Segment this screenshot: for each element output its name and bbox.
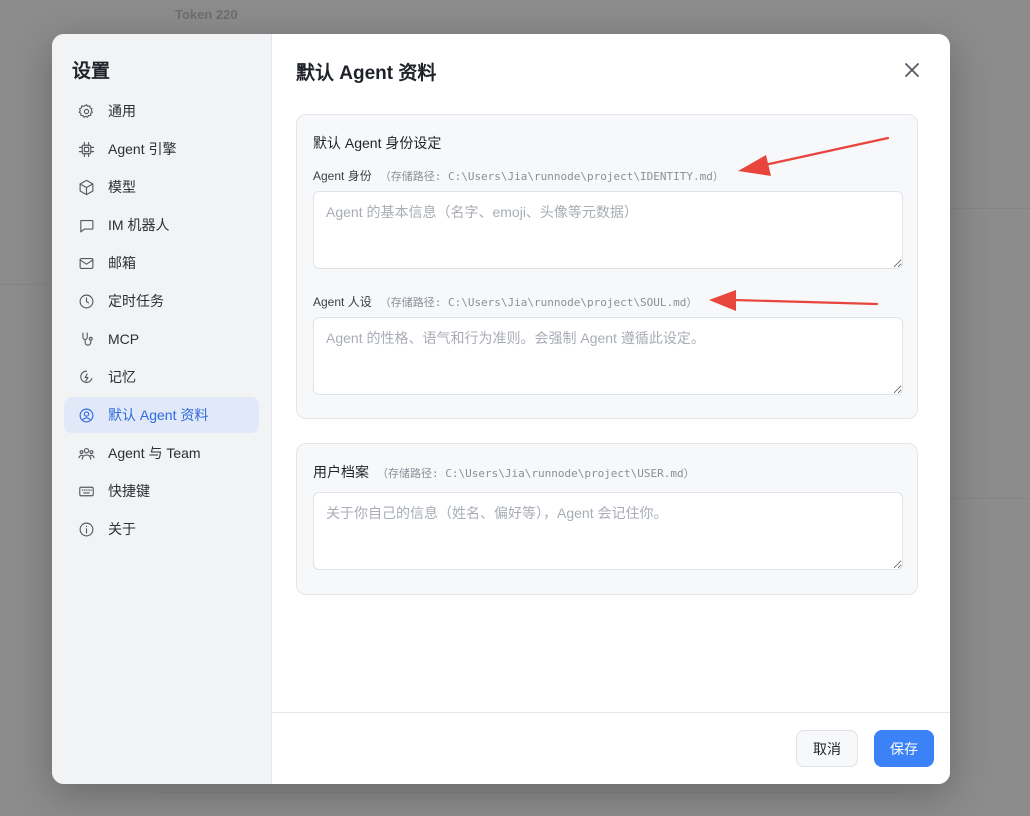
background-token-text: Token 220 [175,7,238,22]
sidebar-item-models[interactable]: 模型 [64,169,259,205]
close-icon [905,63,919,77]
close-button[interactable] [902,60,922,80]
sidebar-item-default-agent-profile[interactable]: 默认 Agent 资料 [64,397,259,433]
sidebar-item-scheduled-tasks[interactable]: 定时任务 [64,283,259,319]
identity-label-text: Agent 身份 [313,169,372,183]
identity-section-heading: 默认 Agent 身份设定 [313,135,442,151]
sidebar-item-memory[interactable]: 记忆 [64,359,259,395]
cancel-button[interactable]: 取消 [796,730,858,767]
dialog-footer: 取消 保存 [272,712,950,784]
sidebar-item-label: 快捷键 [108,483,150,499]
identity-field-label: Agent 身份 （存储路径: C:\Users\Jia\runnode\proj… [313,167,724,184]
chat-bubble-icon [76,215,96,235]
sidebar-item-label: 记忆 [108,369,136,385]
mail-icon [76,253,96,273]
settings-title: 设置 [72,61,111,82]
identity-path-text: （存储路径: C:\Users\Jia\runnode\project\IDEN… [379,170,724,183]
keyboard-icon [76,481,96,501]
soul-path-text: （存储路径: C:\Users\Jia\runnode\project\SOUL… [379,296,698,309]
cube-icon [76,177,96,197]
sidebar-item-general[interactable]: 通用 [64,93,259,129]
sidebar-item-label: MCP [108,331,140,347]
page-title: 默认 Agent 资料 [296,63,437,84]
sidebar-item-label: IM 机器人 [108,217,170,233]
sidebar-item-label: 邮箱 [108,255,136,271]
sidebar-item-im-bot[interactable]: IM 机器人 [64,207,259,243]
user-profile-card: 用户档案 （存储路径: C:\Users\Jia\runnode\project\… [296,443,918,595]
info-icon [76,519,96,539]
background-divider [950,498,1030,499]
team-icon [76,443,96,463]
sidebar-item-mail[interactable]: 邮箱 [64,245,259,281]
settings-nav: 通用 Agent 引擎 模型 IM 机器人 邮箱 定时任务 MCP 记忆 默认 … [64,93,259,549]
soul-field-label: Agent 人设 （存储路径: C:\Users\Jia\runnode\proj… [313,293,697,310]
user-circle-icon [76,405,96,425]
identity-textarea[interactable] [313,191,903,269]
soul-textarea[interactable] [313,317,903,395]
sidebar-item-label: 通用 [108,103,136,119]
sidebar-item-label: 定时任务 [108,293,164,309]
sidebar-item-agent-team[interactable]: Agent 与 Team [64,435,259,471]
gear-icon [76,101,96,121]
sidebar-item-about[interactable]: 关于 [64,511,259,547]
sidebar-item-label: 模型 [108,179,136,195]
settings-content: 默认 Agent 资料 默认 Agent 身份设定 Agent 身份 （存储路径:… [272,34,950,784]
sidebar-item-label: 关于 [108,521,136,537]
background-divider [950,208,1030,209]
identity-settings-card: 默认 Agent 身份设定 Agent 身份 （存储路径: C:\Users\Ji… [296,114,918,419]
soul-label-text: Agent 人设 [313,295,372,309]
settings-sidebar: 设置 通用 Agent 引擎 模型 IM 机器人 邮箱 定时任务 MCP 记忆 … [52,34,272,784]
sidebar-item-label: 默认 Agent 资料 [108,407,209,423]
sidebar-item-label: Agent 引擎 [108,141,177,157]
user-label-text: 用户档案 [313,464,369,480]
clock-icon [76,291,96,311]
save-button[interactable]: 保存 [874,730,934,767]
user-profile-textarea[interactable] [313,492,903,570]
user-field-label: 用户档案 （存储路径: C:\Users\Jia\runnode\project\… [313,462,695,482]
user-path-text: （存储路径: C:\Users\Jia\runnode\project\USER… [377,467,695,480]
sidebar-item-label: Agent 与 Team [108,445,201,461]
brain-icon [76,367,96,387]
plug-icon [76,329,96,349]
chip-icon [76,139,96,159]
sidebar-item-agent-engine[interactable]: Agent 引擎 [64,131,259,167]
background-divider [158,792,898,793]
sidebar-item-shortcuts[interactable]: 快捷键 [64,473,259,509]
settings-dialog: 设置 通用 Agent 引擎 模型 IM 机器人 邮箱 定时任务 MCP 记忆 … [52,34,950,784]
background-divider [0,284,52,285]
sidebar-item-mcp[interactable]: MCP [64,321,259,357]
